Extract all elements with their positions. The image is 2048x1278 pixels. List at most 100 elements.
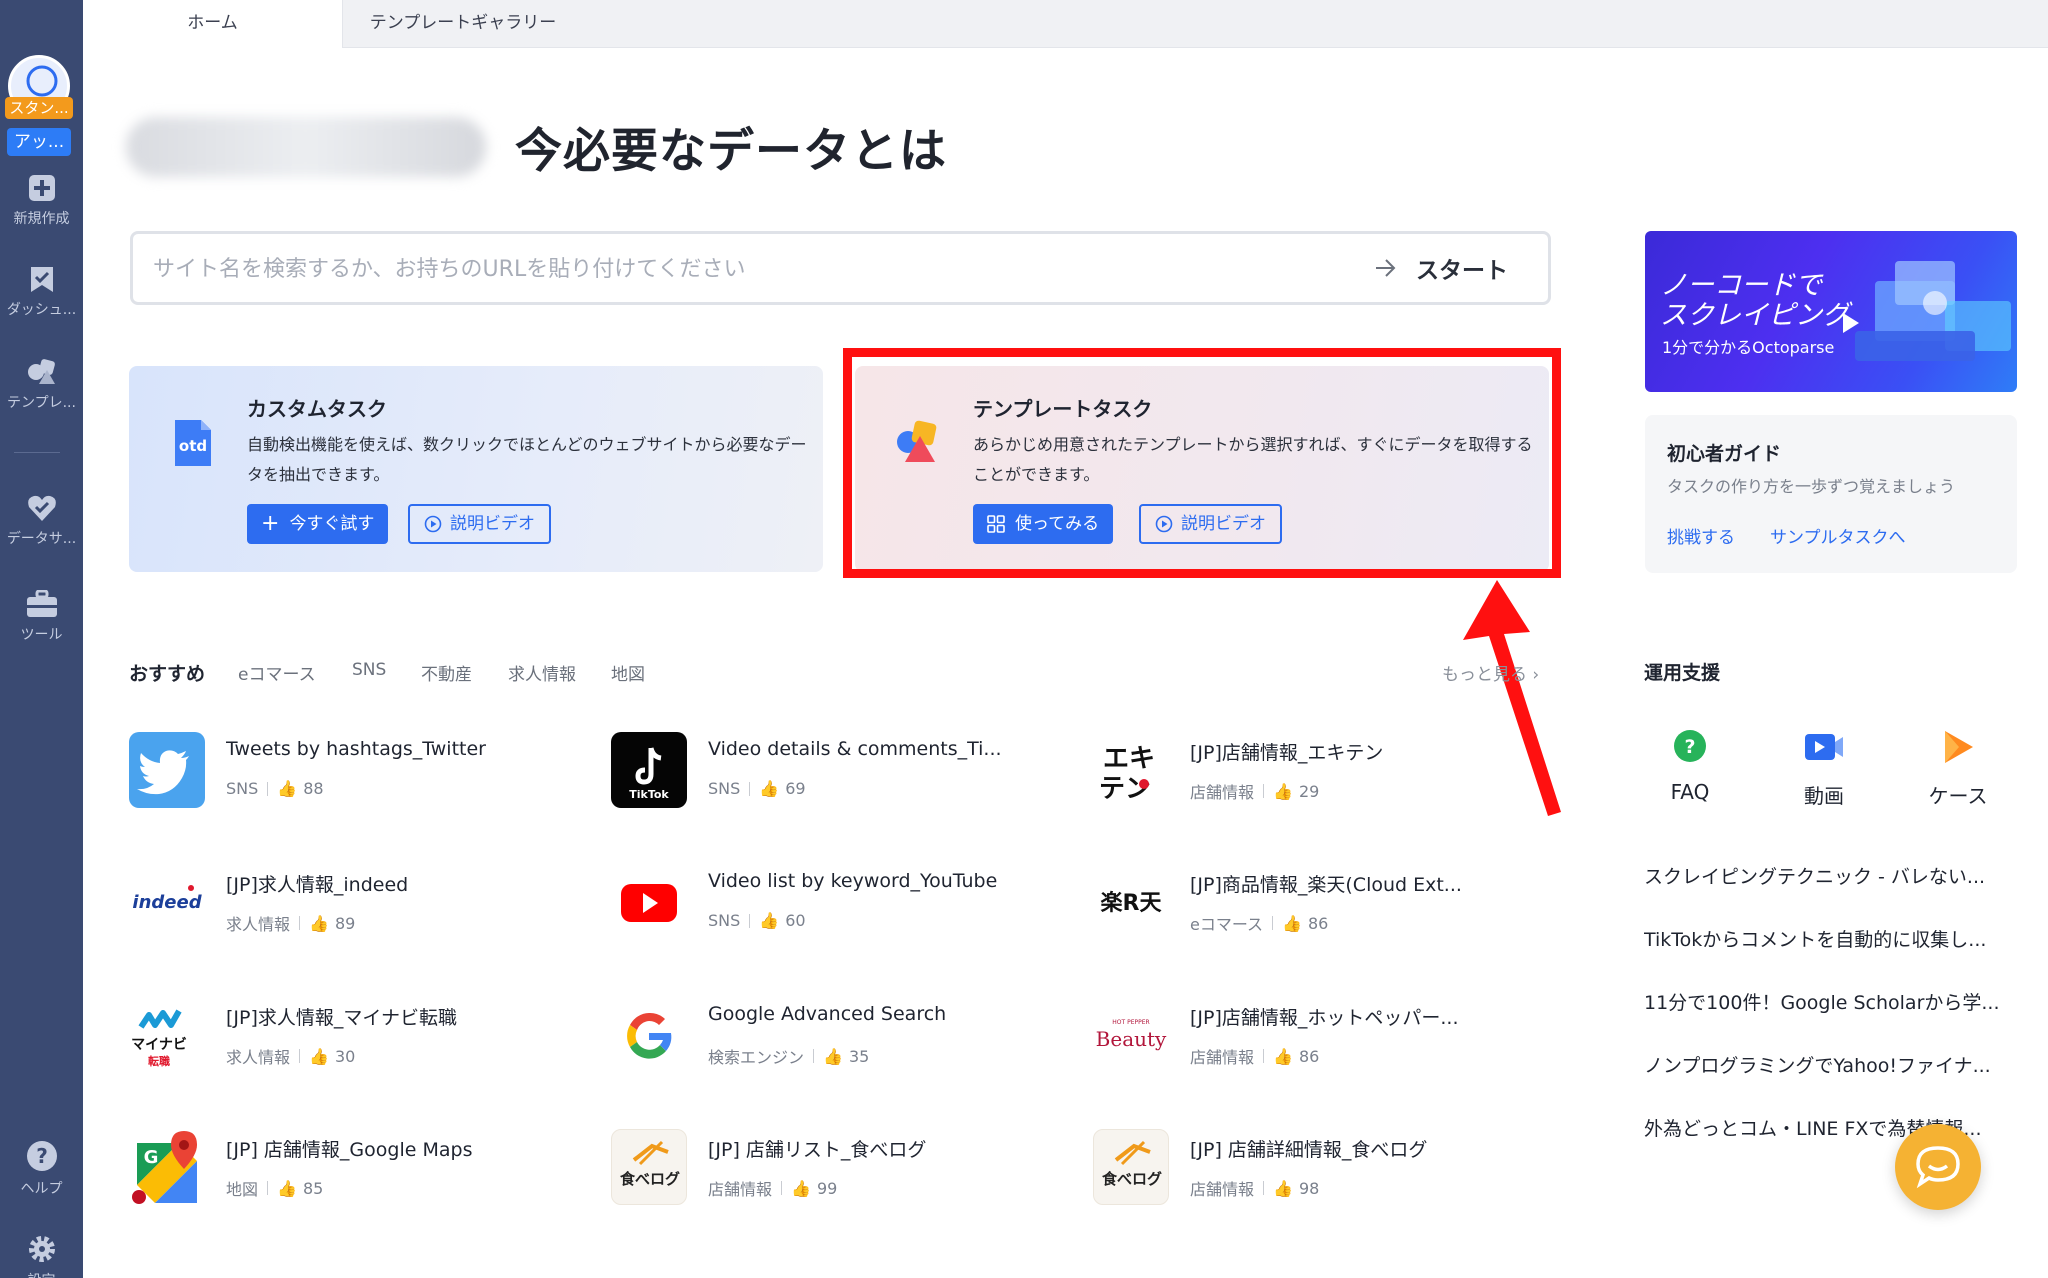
- sidebar-item-new[interactable]: 新規作成: [0, 174, 83, 228]
- category-tab-real-estate[interactable]: 不動産: [421, 660, 472, 685]
- template-item[interactable]: Tweets by hashtags_Twitter SNS 👍 88: [129, 732, 599, 812]
- thumbs-up-icon: 👍: [277, 779, 298, 798]
- toolbox-icon: [26, 590, 57, 617]
- svg-text:楽R天: 楽R天: [1101, 890, 1163, 916]
- svg-text:indeed: indeed: [132, 892, 202, 913]
- svg-text:転職: 転職: [148, 1054, 170, 1068]
- template-name: [JP] 店舗リスト_食べログ: [708, 1139, 927, 1161]
- chat-button[interactable]: [1895, 1124, 1981, 1210]
- sidebar-item-label: ヘルプ: [20, 1181, 63, 1197]
- support-faq[interactable]: ? FAQ: [1635, 728, 1745, 804]
- username-blurred: [126, 117, 486, 177]
- more-link[interactable]: もっと見る ›: [1442, 660, 1539, 685]
- promo-banner[interactable]: ノーコードで スクレイピング 1分で分かるOctoparse: [1645, 231, 2017, 392]
- start-button[interactable]: スタート: [1374, 250, 1508, 286]
- template-likes: 29: [1298, 781, 1320, 801]
- support-title: 運用支援: [1644, 662, 1721, 684]
- template-item[interactable]: エキ テン [JP]店舗情報_エキテン 店舗情報 👍 29: [1093, 732, 1563, 812]
- article-link[interactable]: ノンプログラミングでYahoo!ファイナ...: [1644, 1051, 2016, 1078]
- template-category: 店舗情報: [708, 1180, 773, 1199]
- article-link[interactable]: TikTokからコメントを自動的に収集し...: [1644, 925, 2016, 952]
- template-likes: 69: [785, 779, 806, 798]
- svg-text:TikTok: TikTok: [629, 788, 669, 801]
- template-name: [JP]求人情報_マイナビ転職: [226, 1007, 458, 1029]
- support-case[interactable]: ケース: [1903, 728, 2013, 809]
- custom-task-card: otd カスタムタスク 自動検出機能を使えば、数クリックでほとんどのウェブサイト…: [129, 366, 823, 572]
- plus-square-icon: [28, 175, 55, 201]
- sidebar-item-templates[interactable]: テンプレ...: [0, 358, 83, 412]
- beginner-guide-card: 初心者ガイド タスクの作り方を一歩ずつ覚えましょう 挑戦する サンプルタスクへ: [1645, 415, 2017, 573]
- svg-text:食べログ: 食べログ: [620, 1170, 680, 1188]
- sidebar-item-tools[interactable]: ツール: [0, 590, 83, 644]
- heart-check-icon: [27, 495, 56, 521]
- template-item[interactable]: マイナビ 転職 [JP]求人情報_マイナビ転職 求人情報 👍 30: [129, 997, 599, 1077]
- svg-text:Beauty: Beauty: [1096, 1027, 1167, 1051]
- template-category: SNS: [708, 779, 741, 798]
- thumbs-up-icon: 👍: [277, 1178, 297, 1198]
- svg-text:エキ: エキ: [1103, 744, 1155, 774]
- plan-badge[interactable]: スタン...: [5, 97, 73, 119]
- template-meta: 店舗情報 👍 29: [1190, 779, 1319, 803]
- screens-illustration-icon: [1843, 261, 2011, 361]
- tabelog-logo-icon: 食べログ: [1093, 1129, 1169, 1205]
- svg-text:テン: テン: [1099, 774, 1151, 804]
- template-meta: 地図 👍 85: [226, 1176, 323, 1200]
- category-tab-ecommerce[interactable]: eコマース: [238, 660, 316, 685]
- rakuten-logo-icon: 楽R天: [1093, 864, 1169, 940]
- template-item[interactable]: G [JP] 店舗情報_Google Maps 地図 👍 85: [129, 1129, 599, 1209]
- svg-text:G: G: [144, 1147, 159, 1168]
- svg-text:otd: otd: [179, 437, 207, 455]
- template-likes: 88: [303, 779, 324, 798]
- tiktok-icon: TikTok: [611, 732, 687, 808]
- template-item[interactable]: 食べログ [JP] 店舗詳細情報_食べログ 店舗情報 👍 98: [1093, 1129, 1563, 1209]
- category-tab-jobs[interactable]: 求人情報: [508, 660, 576, 685]
- template-item[interactable]: TikTok Video details & comments_Ti... SN…: [611, 732, 1081, 812]
- template-item[interactable]: indeed [JP]求人情報_indeed 求人情報 👍 89: [129, 864, 599, 944]
- category-tab-map[interactable]: 地図: [611, 660, 645, 685]
- template-meta: SNS 👍 60: [708, 911, 806, 930]
- template-item[interactable]: Google Advanced Search 検索エンジン 👍 35: [611, 997, 1081, 1077]
- template-item[interactable]: 食べログ [JP] 店舗リスト_食べログ 店舗情報 👍 99: [611, 1129, 1081, 1209]
- custom-video-button[interactable]: 説明ビデオ: [408, 504, 551, 544]
- search-input[interactable]: [153, 252, 1253, 286]
- thumbs-up-icon: 👍: [823, 1046, 843, 1066]
- sidebar-item-dashboard[interactable]: ダッシュ...: [0, 265, 83, 319]
- shapes-icon: [27, 359, 55, 384]
- template-name: Video details & comments_Ti...: [708, 738, 1002, 760]
- template-item[interactable]: HOT PEPPER Beauty [JP]店舗情報_ホットペッパー... 店舗…: [1093, 997, 1563, 1077]
- category-tab-sns[interactable]: SNS: [352, 660, 386, 680]
- svg-text:マイナビ: マイナビ: [131, 1037, 187, 1053]
- template-name: [JP]店舗情報_エキテン: [1190, 742, 1384, 764]
- article-link[interactable]: スクレイピングテクニック - バレない...: [1644, 862, 2016, 889]
- try-now-button[interactable]: + 今すぐ試す: [247, 504, 389, 544]
- promo-title: ノーコードで スクレイピング: [1660, 270, 1849, 331]
- template-likes: 35: [848, 1046, 870, 1066]
- svg-text:食べログ: 食べログ: [1102, 1170, 1162, 1188]
- sidebar-item-data-service[interactable]: データサ...: [0, 494, 83, 548]
- template-item[interactable]: Video list by keyword_YouTube SNS 👍 60: [611, 864, 1081, 944]
- sidebar-item-settings[interactable]: 設定: [0, 1234, 83, 1278]
- tab-template-gallery[interactable]: テンプレートギャラリー: [343, 0, 583, 48]
- google-maps-icon: G: [129, 1129, 205, 1205]
- sample-task-link[interactable]: サンプルタスクへ: [1770, 523, 1906, 548]
- thumbs-up-icon: 👍: [1273, 1046, 1293, 1066]
- video-camera-icon: [1805, 734, 1843, 760]
- challenge-link[interactable]: 挑戦する: [1667, 523, 1735, 548]
- template-likes: 98: [1298, 1178, 1320, 1198]
- support-video[interactable]: 動画: [1769, 728, 1879, 809]
- template-meta: eコマース 👍 86: [1190, 911, 1328, 935]
- sidebar-item-help[interactable]: ? ヘルプ: [0, 1140, 83, 1198]
- thumbs-up-icon: 👍: [1282, 913, 1302, 933]
- template-meta: SNS 👍 69: [708, 779, 806, 798]
- template-category: 店舗情報: [1190, 1048, 1255, 1067]
- template-item[interactable]: 楽R天 [JP]商品情報_楽天(Cloud Ext... eコマース 👍 86: [1093, 864, 1563, 944]
- upgrade-badge[interactable]: アッ...: [7, 128, 71, 156]
- chat-bubble-icon: [1916, 1146, 1960, 1189]
- article-link[interactable]: 11分で100件！Google Scholarから学...: [1644, 988, 2016, 1015]
- sidebar-item-label: データサ...: [6, 531, 77, 547]
- tab-home[interactable]: ホーム: [83, 0, 343, 48]
- template-category: SNS: [708, 911, 741, 930]
- highlight-box: [843, 348, 1561, 578]
- category-tab-recommended[interactable]: おすすめ: [129, 659, 205, 686]
- template-category: 地図: [226, 1180, 259, 1199]
